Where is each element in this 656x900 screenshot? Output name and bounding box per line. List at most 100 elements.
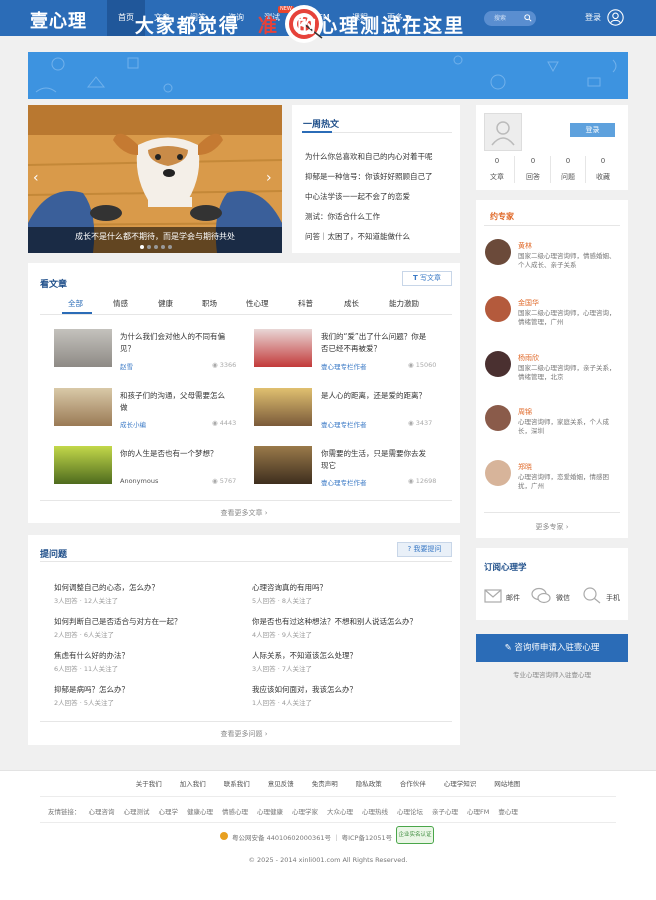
- friend-link[interactable]: 壹心理: [498, 808, 518, 816]
- footer-link[interactable]: 合作伙伴: [400, 780, 426, 788]
- more-articles-link[interactable]: 查看更多文章 ›: [28, 508, 460, 518]
- expert-name[interactable]: 黄林: [518, 241, 532, 251]
- friend-link[interactable]: 心理学: [159, 808, 179, 816]
- article-title[interactable]: 和孩子们的沟通，父母需要怎么做: [120, 390, 230, 414]
- friend-link[interactable]: 亲子心理: [432, 808, 458, 816]
- test-banner[interactable]: [28, 52, 628, 99]
- more-experts-link[interactable]: 更多专家 ›: [476, 522, 628, 532]
- stat-answers-label[interactable]: 回答: [518, 172, 548, 182]
- article-title[interactable]: 我们的“爱”出了什么问题？你是否已经不再被爱？: [321, 331, 431, 355]
- footer-link[interactable]: 意见反馈: [268, 780, 294, 788]
- expert-avatar[interactable]: [485, 296, 511, 322]
- article-author[interactable]: Anonymous: [120, 477, 158, 485]
- subscribe-mail[interactable]: 邮件: [506, 593, 520, 603]
- article-thumbnail[interactable]: [254, 388, 312, 426]
- tab-all[interactable]: 全部: [68, 298, 83, 309]
- tab-motivation[interactable]: 能力激励: [389, 298, 419, 309]
- icp-info[interactable]: 粤公网安备 44010602000361号 ｜ 粤ICP备12051号: [232, 832, 392, 842]
- article-author[interactable]: 壹心理专栏作者: [321, 419, 367, 429]
- friend-link[interactable]: 心理学家: [292, 808, 318, 816]
- question-title[interactable]: 如何判断自己是否适合与对方在一起？: [54, 616, 224, 627]
- mail-icon[interactable]: [484, 589, 502, 603]
- carousel-dot[interactable]: [168, 245, 172, 249]
- carousel-next-icon[interactable]: ›: [266, 170, 272, 186]
- article-author[interactable]: 壹心理专栏作者: [321, 477, 367, 487]
- footer-link[interactable]: 隐私政策: [356, 780, 382, 788]
- stat-articles-label[interactable]: 文章: [482, 172, 512, 182]
- article-thumbnail[interactable]: [254, 329, 312, 367]
- question-title[interactable]: 你是否也有过这种想法？不想和别人说话怎么办？: [252, 616, 422, 627]
- friend-link[interactable]: 心理论坛: [397, 808, 423, 816]
- tab-sexuality[interactable]: 性心理: [246, 298, 269, 309]
- friend-link[interactable]: 健康心理: [187, 808, 213, 816]
- profile-login-button[interactable]: 登录: [570, 123, 615, 137]
- verified-badge[interactable]: 企业实名认证: [396, 826, 434, 844]
- hot-item[interactable]: 测试：你适合什么工作: [305, 211, 455, 222]
- question-title[interactable]: 如何调整自己的心态，怎么办？: [54, 582, 224, 593]
- tab-emotion[interactable]: 情感: [113, 298, 128, 309]
- more-questions-link[interactable]: 查看更多问题 ›: [28, 729, 460, 739]
- article-author[interactable]: 壹心理专栏作者: [321, 361, 367, 371]
- article-thumbnail[interactable]: [254, 446, 312, 484]
- footer-link[interactable]: 联系我们: [224, 780, 250, 788]
- article-thumbnail[interactable]: [54, 446, 112, 484]
- expert-avatar[interactable]: [485, 460, 511, 486]
- footer-link[interactable]: 网站地图: [494, 780, 520, 788]
- hot-item[interactable]: 为什么你总喜欢和自己的内心对着干呢: [305, 151, 455, 162]
- question-title[interactable]: 心理咨询真的有用吗？: [252, 582, 422, 593]
- carousel-dot-active[interactable]: [140, 245, 144, 249]
- friend-link[interactable]: 心理测试: [124, 808, 150, 816]
- stat-questions-label[interactable]: 问题: [553, 172, 583, 182]
- carousel-dot[interactable]: [147, 245, 151, 249]
- avatar[interactable]: [484, 113, 522, 151]
- question-title[interactable]: 我应该如何面对，我该怎么办？: [252, 684, 422, 695]
- friend-link[interactable]: 心理热线: [362, 808, 388, 816]
- article-title[interactable]: 为什么我们会对他人的不同有偏见？: [120, 331, 230, 355]
- friend-link[interactable]: 心理FM: [467, 808, 489, 816]
- footer-link[interactable]: 关于我们: [136, 780, 162, 788]
- stat-favorites-label[interactable]: 收藏: [588, 172, 618, 182]
- footer-link[interactable]: 心理学知识: [444, 780, 477, 788]
- hot-item[interactable]: 抑郁是一种信号：你该好好照顾自己了: [305, 171, 455, 182]
- wechat-icon[interactable]: [531, 587, 551, 604]
- tab-workplace[interactable]: 职场: [202, 298, 217, 309]
- footer-link[interactable]: 加入我们: [180, 780, 206, 788]
- subscribe-phone[interactable]: 手机: [606, 593, 620, 603]
- question-title[interactable]: 抑郁是病吗？怎么办？: [54, 684, 224, 695]
- tab-science[interactable]: 科普: [298, 298, 313, 309]
- tab-health[interactable]: 健康: [158, 298, 173, 309]
- carousel-prev-icon[interactable]: ‹: [33, 170, 39, 186]
- subscribe-wechat[interactable]: 微信: [556, 593, 570, 603]
- hot-item[interactable]: 中心法学该一一起不会了的恋爱: [305, 191, 455, 202]
- expert-avatar[interactable]: [485, 351, 511, 377]
- article-title[interactable]: 是人心的距离，还是爱的距离？: [321, 390, 431, 402]
- article-title[interactable]: 你的人生是否也有一个梦想？: [120, 448, 230, 460]
- friend-link[interactable]: 大众心理: [327, 808, 353, 816]
- article-thumbnail[interactable]: [54, 329, 112, 367]
- expert-avatar[interactable]: [485, 405, 511, 431]
- article-author[interactable]: 成长小编: [120, 419, 146, 429]
- expert-avatar[interactable]: [485, 239, 511, 265]
- search-phone-icon[interactable]: [583, 587, 601, 604]
- ask-question-button[interactable]: ? 我要提问: [397, 542, 452, 557]
- user-icon[interactable]: [607, 9, 624, 26]
- article-thumbnail[interactable]: [54, 388, 112, 426]
- expert-name[interactable]: 杨雨欣: [518, 353, 539, 363]
- article-title[interactable]: 你需要的生活，只是需要你去发现它: [321, 448, 431, 472]
- tab-growth[interactable]: 成长: [344, 298, 359, 309]
- consultant-join-button[interactable]: ✎ 咨询师申请入驻壹心理: [476, 634, 628, 662]
- article-author[interactable]: 赵雪: [120, 361, 133, 371]
- question-title[interactable]: 人际关系，不知道该怎么处理？: [252, 650, 422, 661]
- question-title[interactable]: 焦虑有什么好的办法？: [54, 650, 224, 661]
- expert-name[interactable]: 金国华: [518, 298, 539, 308]
- footer-link[interactable]: 免责声明: [312, 780, 338, 788]
- friend-link[interactable]: 情感心理: [222, 808, 248, 816]
- expert-name[interactable]: 郑晓: [518, 462, 532, 472]
- friend-link[interactable]: 心理咨询: [89, 808, 115, 816]
- expert-name[interactable]: 周锦: [518, 407, 532, 417]
- carousel-dot[interactable]: [154, 245, 158, 249]
- carousel-dot[interactable]: [161, 245, 165, 249]
- write-article-button[interactable]: T 写文章: [402, 271, 452, 286]
- hot-item[interactable]: 问答｜太困了，不知道能做什么: [305, 231, 455, 242]
- friend-link[interactable]: 心理健康: [257, 808, 283, 816]
